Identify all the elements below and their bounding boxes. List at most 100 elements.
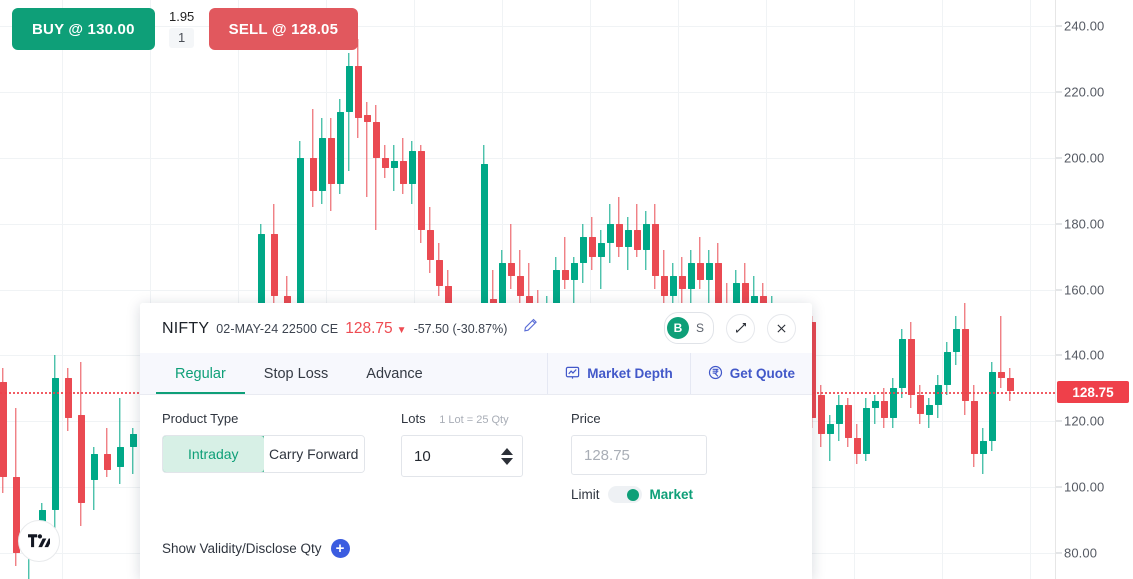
candlestick [355,39,362,138]
price-axis-tick: 220.00 [1064,85,1104,100]
lots-stepper-arrows[interactable] [501,436,513,476]
candlestick [436,243,443,296]
price-input[interactable] [571,435,707,475]
plus-circle-icon[interactable]: + [331,539,350,558]
tab-stop-loss[interactable]: Stop Loss [245,353,348,394]
tab-advance[interactable]: Advance [347,353,441,394]
lots-increment-icon[interactable] [501,448,513,455]
tradingview-logo-icon [28,534,50,548]
candlestick [899,329,906,398]
candlestick [364,102,371,197]
sell-button[interactable]: SELL @ 128.05 [209,8,359,50]
price-axis-tick: 160.00 [1064,282,1104,297]
candlestick [953,316,960,365]
lots-label-wrap: Lots 1 Lot = 25 Qty [401,411,523,426]
toggle-buy[interactable]: B [667,317,689,339]
candlestick [104,428,111,477]
candlestick [78,362,85,526]
order-mode-switch[interactable] [608,486,642,503]
price-label: Price [571,411,707,426]
tab-regular[interactable]: Regular [156,353,245,394]
product-type-group[interactable]: Intraday Carry Forward [162,435,365,473]
product-option-carry-forward[interactable]: Carry Forward [264,436,365,472]
candlestick [697,237,704,290]
candlestick [890,378,897,427]
candlestick [872,395,879,425]
candlestick [0,368,7,493]
candlestick [409,141,416,204]
candlestick [980,428,987,474]
instrument-info: NIFTY 02-MAY-24 22500 CE 128.75 ▼ -57.50… [162,318,538,338]
get-quote-button[interactable]: Get Quote [690,353,812,394]
candlestick [854,424,861,463]
tab-actions: Market Depth Get Quote [547,353,812,394]
candlestick [616,197,623,256]
spread-quantity: 1 [169,28,194,48]
candlestick [271,204,278,316]
candlestick [52,355,59,539]
show-validity-label: Show Validity/Disclose Qty [162,541,322,556]
lots-field: Lots 1 Lot = 25 Qty [401,411,523,477]
candlestick [998,316,1005,388]
candlestick [679,257,686,303]
order-mode-toggle[interactable]: Limit Market [571,486,707,503]
lots-input[interactable] [402,447,502,466]
toggle-sell[interactable]: S [689,317,711,339]
order-mode-knob [627,489,639,501]
candlestick [643,211,650,270]
candlestick [845,398,852,447]
candlestick [517,250,524,306]
product-option-intraday[interactable]: Intraday [162,435,265,473]
close-icon[interactable] [767,314,796,343]
candlestick [688,250,695,309]
candlestick [971,385,978,467]
tradingview-logo[interactable] [18,520,60,562]
candlestick [337,99,344,194]
limit-label[interactable]: Limit [571,487,600,502]
price-axis[interactable]: 240.00220.00200.00180.00160.00140.00120.… [1055,0,1133,579]
price-axis-tick: 80.00 [1064,545,1097,560]
price-axis-tick: 120.00 [1064,414,1104,429]
candlestick [391,145,398,191]
dialog-header-actions: B S [664,312,796,344]
candlestick [508,224,515,290]
pencil-icon[interactable] [523,318,538,333]
order-entry-dialog: NIFTY 02-MAY-24 22500 CE 128.75 ▼ -57.50… [140,303,812,579]
candlestick [827,415,834,461]
market-label[interactable]: Market [650,487,694,502]
candlestick [863,398,870,461]
current-price-badge: 128.75 [1057,381,1129,403]
show-validity-toggle[interactable]: Show Validity/Disclose Qty + [162,539,790,558]
lots-decrement-icon[interactable] [501,458,513,465]
candlestick [117,398,124,484]
rupee-icon [708,365,723,383]
symbol-name: NIFTY [162,320,209,338]
lots-label: Lots [401,411,426,426]
candlestick [562,237,569,290]
candlestick [580,224,587,283]
candlestick [328,118,335,210]
candlestick [382,145,389,178]
candlestick [652,204,659,290]
buy-sell-toggle[interactable]: B S [664,312,714,344]
spread-value: 1.95 [169,9,194,24]
order-form: Product Type Intraday Carry Forward Lots… [140,395,812,558]
market-depth-button[interactable]: Market Depth [547,353,690,394]
candlestick [917,385,924,424]
product-type-field: Product Type Intraday Carry Forward [162,411,365,473]
expand-icon[interactable] [726,314,755,343]
candlestick [319,118,326,204]
spread-indicator: 1.95 1 [155,8,209,48]
candlestick [598,230,605,289]
candlestick [661,250,668,309]
candlestick [91,447,98,510]
price-change: -57.50 (-30.87%) [414,322,508,336]
buy-button[interactable]: BUY @ 130.00 [12,8,155,50]
lots-stepper[interactable] [401,435,523,477]
dialog-header: NIFTY 02-MAY-24 22500 CE 128.75 ▼ -57.50… [140,303,812,353]
candlestick [373,105,380,230]
candlestick [418,145,425,244]
candlestick [625,217,632,270]
price-direction-icon: ▼ [397,325,407,336]
candlestick [926,398,933,428]
